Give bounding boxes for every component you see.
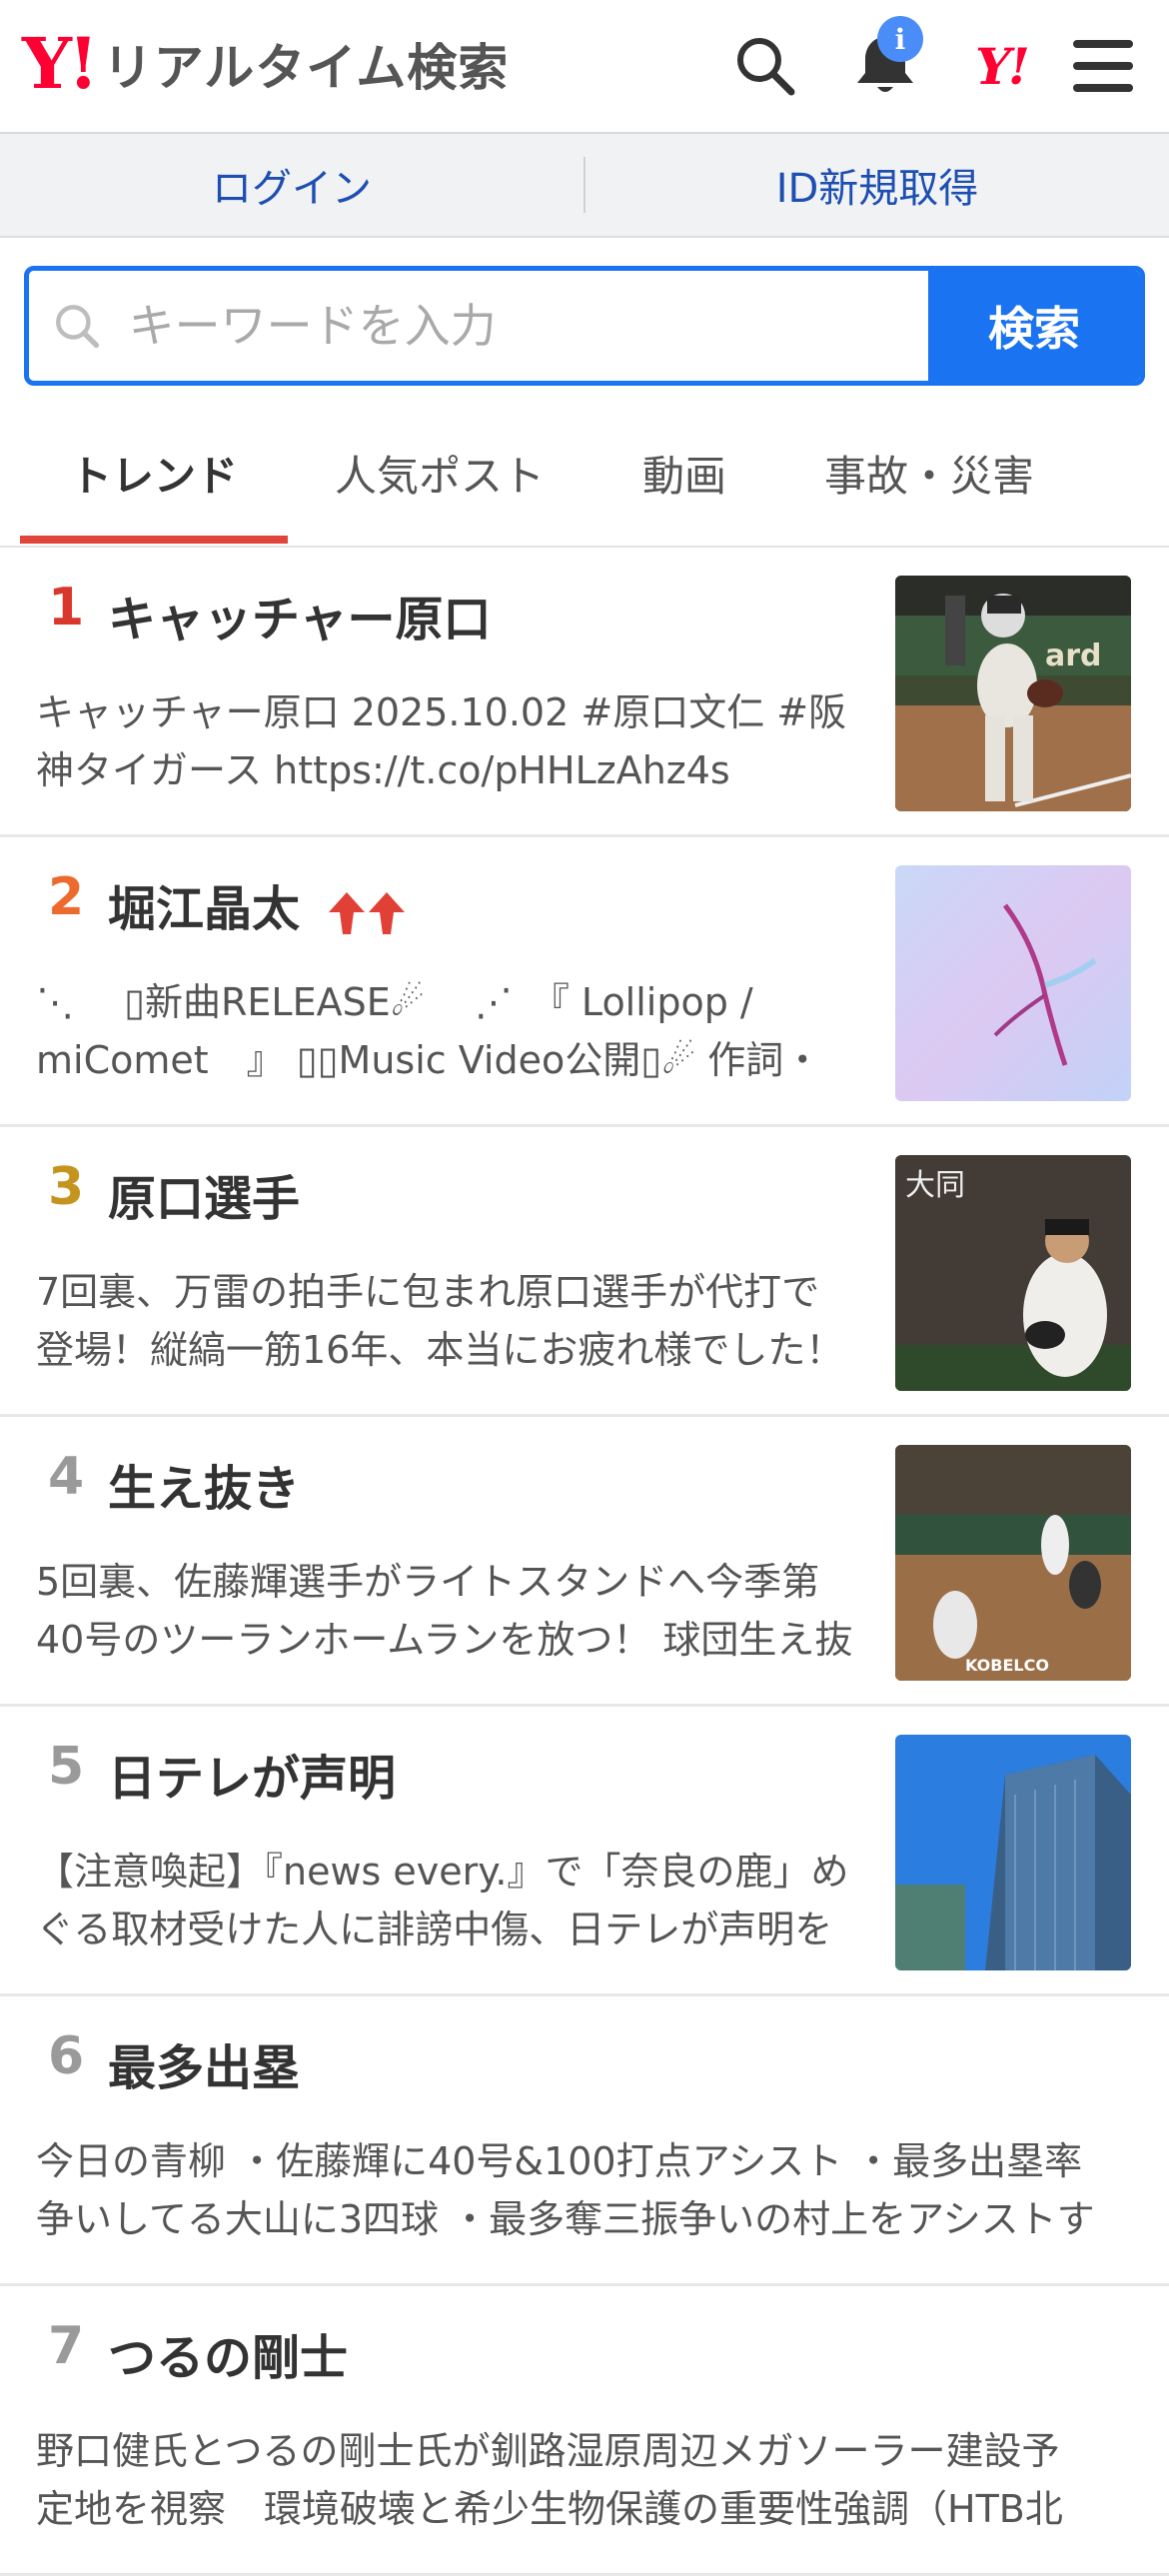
trend-description: ⋱ ▯新曲RELEASE☄ ⋰ 『 Lollipop / miComet 』 ▯… <box>36 980 822 1082</box>
trend-description: 5回裏、佐藤輝選手がライトスタンドへ今季第40号のツーランホームランを放つ！ 球… <box>36 1560 853 1662</box>
search-icon[interactable] <box>729 30 801 102</box>
trend-description: 野口健氏とつるの剛士氏が釧路湿原周辺メガソーラー建設予定地を視察 環境破壊と希少… <box>36 2429 1063 2531</box>
trend-title: キャッチャー原口 <box>108 592 492 647</box>
tab-trend[interactable]: トレンド <box>20 400 288 546</box>
trend-title: 生え抜き <box>108 1461 301 1517</box>
trend-title: 最多出塁 <box>108 2040 301 2096</box>
rank-number: 7 <box>48 2316 85 2376</box>
trend-list: 1 キャッチャー原口 キャッチャー原口 2025.10.02 #原口文仁 #阪神… <box>0 548 1169 2576</box>
rank-number: 5 <box>48 1737 85 1797</box>
rank-number: 2 <box>48 867 85 927</box>
rank-number: 4 <box>48 1447 85 1507</box>
trend-title: 日テレが声明 <box>108 1751 397 1807</box>
yahoo-logo-mark: Y! <box>22 22 99 105</box>
trend-description: 7回裏、万雷の拍手に包まれ原口選手が代打で登場！縦縞一筋16年、本当にお疲れ様で… <box>36 1270 844 1372</box>
search-input[interactable] <box>126 298 928 354</box>
trend-item-3[interactable]: 3 原口選手 7回裏、万雷の拍手に包まれ原口選手が代打で登場！縦縞一筋16年、本… <box>0 1127 1169 1417</box>
trend-item-1[interactable]: 1 キャッチャー原口 キャッチャー原口 2025.10.02 #原口文仁 #阪神… <box>0 548 1169 837</box>
hamburger-menu-icon[interactable] <box>1067 30 1139 102</box>
login-link[interactable]: ログイン <box>0 156 584 214</box>
batter-thumbnail[interactable]: 大同 <box>895 1155 1131 1391</box>
trend-description: キャッチャー原口 2025.10.02 #原口文仁 #阪神タイガース https… <box>36 690 847 792</box>
app-header: Y! リアルタイム検索 i Y! <box>0 0 1169 134</box>
account-bar: ログイン ID新規取得 <box>0 134 1169 238</box>
search-box: 検索 <box>24 266 1145 386</box>
active-tab-indicator <box>20 536 288 544</box>
yahoo-japan-icon[interactable]: Y! <box>965 30 1037 102</box>
search-button[interactable]: 検索 <box>928 271 1140 381</box>
tab-accidents-disasters[interactable]: 事故・災害 <box>789 400 1069 546</box>
rank-number: 1 <box>48 578 85 638</box>
rank-number: 6 <box>48 2026 85 2086</box>
trend-title: 原口選手 <box>108 1171 301 1227</box>
trend-item-2[interactable]: 2 堀江晶太 ⋱ ▯新曲RELEASE☄ ⋰ 『 Lollipop / miCo… <box>0 837 1169 1127</box>
rank-number: 3 <box>48 1157 85 1217</box>
trend-description: 今日の青柳 ・佐藤輝に40号&100打点アシスト ・最多出塁率争いしてる大山に3… <box>36 2139 1095 2241</box>
notification-badge: i <box>877 16 923 62</box>
trend-item-7[interactable]: 7 つるの剛士 野口健氏とつるの剛士氏が釧路湿原周辺メガソーラー建設予定地を視察… <box>0 2286 1169 2576</box>
trend-title-row: 堀江晶太 <box>108 869 411 939</box>
tab-videos[interactable]: 動画 <box>589 400 779 546</box>
trend-title: 堀江晶太 <box>108 881 301 937</box>
yahoo-mark: Y! <box>975 36 1030 96</box>
home-run-thumbnail[interactable]: KOBELCO <box>895 1445 1131 1681</box>
logo-title: リアルタイム検索 <box>102 39 510 97</box>
trend-item-4[interactable]: 4 生え抜き 5回裏、佐藤輝選手がライトスタンドへ今季第40号のツーランホームラ… <box>0 1417 1169 1707</box>
baseball-catcher-thumbnail[interactable]: ard <box>895 576 1131 811</box>
svg-text:ard: ard <box>1045 639 1102 673</box>
rising-arrows-icon <box>328 892 405 934</box>
trend-description: 【注意喚起】『news every.』で「奈良の鹿」めぐる取材受けた人に誹謗中傷… <box>36 1850 849 1951</box>
category-tabs: トレンド 人気ポスト 動画 事故・災害 <box>0 400 1169 548</box>
music-video-thumbnail[interactable] <box>895 865 1131 1101</box>
trend-item-6[interactable]: 6 最多出塁 今日の青柳 ・佐藤輝に40号&100打点アシスト ・最多出塁率争い… <box>0 1996 1169 2286</box>
svg-text:大同: 大同 <box>905 1168 965 1203</box>
building-thumbnail[interactable] <box>895 1735 1131 1970</box>
trend-title: つるの剛士 <box>108 2330 349 2386</box>
trend-item-5[interactable]: 5 日テレが声明 【注意喚起】『news every.』で「奈良の鹿」めぐる取材… <box>0 1707 1169 1996</box>
notification-bell-icon[interactable]: i <box>849 16 923 102</box>
register-link[interactable]: ID新規取得 <box>585 156 1169 214</box>
svg-text:KOBELCO: KOBELCO <box>965 1656 1049 1675</box>
tab-popular-posts[interactable]: 人気ポスト <box>300 400 580 546</box>
search-field[interactable] <box>29 271 928 381</box>
yahoo-realtime-logo[interactable]: Y! リアルタイム検索 <box>22 28 509 100</box>
search-field-icon <box>56 305 100 349</box>
